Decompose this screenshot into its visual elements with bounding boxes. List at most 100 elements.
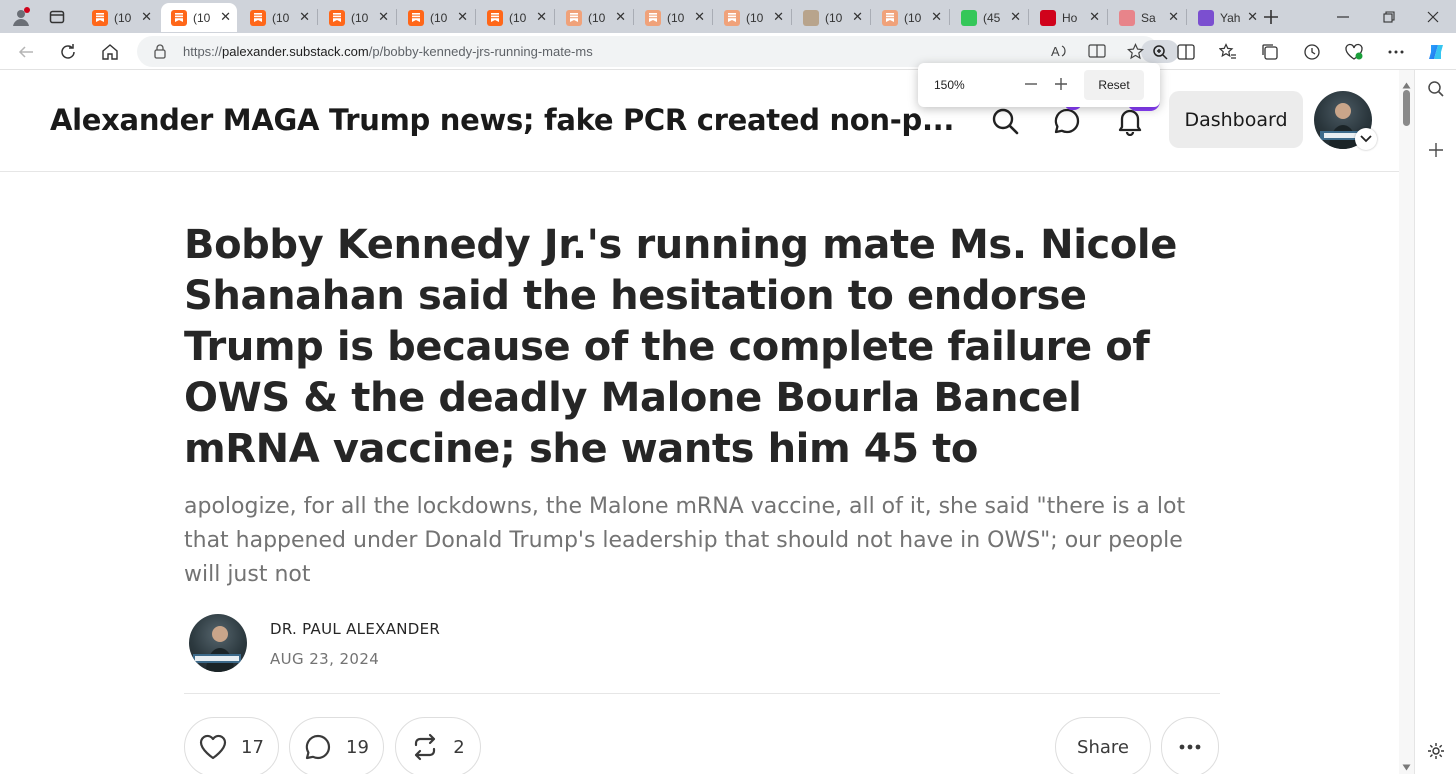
close-window-icon[interactable] <box>1420 4 1446 30</box>
chevron-down-icon[interactable] <box>1355 128 1377 150</box>
restack-count: 2 <box>453 736 465 758</box>
browser-essentials-icon[interactable] <box>1340 38 1368 66</box>
zoom-in-button[interactable] <box>1050 73 1072 95</box>
copilot-icon[interactable] <box>1422 38 1450 66</box>
tab-actions-icon[interactable] <box>44 4 70 30</box>
dashboard-button[interactable]: Dashboard <box>1169 91 1303 148</box>
browser-tab[interactable]: (10 ✕ <box>872 3 948 32</box>
tab-title: (10 <box>667 10 685 25</box>
favorite-star-icon[interactable] <box>1126 43 1145 64</box>
tab-close-icon[interactable]: ✕ <box>931 9 942 25</box>
tab-close-icon[interactable]: ✕ <box>299 9 310 25</box>
read-aloud-icon[interactable]: A <box>1051 43 1069 63</box>
tab-strip: (10 ✕ (10 ✕ (10 ✕ (10 ✕ (10 ✕ (10 ✕ (10 ✕ (10 ✕ (10 ✕ (10 ✕… <box>0 0 1456 33</box>
scroll-down-icon[interactable] <box>1402 756 1411 774</box>
browser-tab[interactable]: (10 ✕ <box>477 3 553 32</box>
profile-icon[interactable] <box>8 4 34 30</box>
favorites-icon[interactable] <box>1214 38 1242 66</box>
tab-close-icon[interactable]: ✕ <box>1168 9 1179 25</box>
like-count: 17 <box>241 736 264 758</box>
back-icon[interactable] <box>12 38 40 66</box>
substack-icon <box>171 9 187 26</box>
substack-icon <box>645 9 661 26</box>
zoom-reset-button[interactable]: Reset <box>1084 70 1144 100</box>
yahoo-icon <box>1198 9 1214 26</box>
tab-close-icon[interactable]: ✕ <box>773 9 784 25</box>
tab-close-icon[interactable]: ✕ <box>220 9 231 25</box>
zoom-popup: 150% Reset <box>918 63 1160 107</box>
g-icon <box>961 9 977 26</box>
restack-button[interactable]: 2 <box>395 717 481 774</box>
tab-close-icon[interactable]: ✕ <box>1247 9 1258 25</box>
browser-tab[interactable]: (10 ✕ <box>398 3 474 32</box>
zoom-out-button[interactable] <box>1020 73 1042 95</box>
browser-tab[interactable]: (10 ✕ <box>556 3 632 32</box>
tab-title: Sa <box>1141 10 1156 25</box>
tab-close-icon[interactable]: ✕ <box>852 9 863 25</box>
collections-icon[interactable] <box>1256 38 1284 66</box>
tab-separator <box>1186 9 1187 25</box>
comment-button[interactable]: 19 <box>289 717 384 774</box>
scroll-thumb[interactable] <box>1403 90 1410 126</box>
browser-tab[interactable]: (10 ✕ <box>161 3 237 32</box>
sidebar-settings-icon[interactable] <box>1427 742 1445 764</box>
divider <box>184 693 1220 694</box>
history-icon[interactable] <box>1298 38 1326 66</box>
site-title[interactable]: Alexander MAGA Trump news; fake PCR crea… <box>50 103 954 137</box>
image-icon <box>803 9 819 26</box>
browser-tab[interactable]: (10 ✕ <box>240 3 316 32</box>
sidebar-search-icon[interactable] <box>1427 80 1445 102</box>
browser-tab[interactable]: (10 ✕ <box>793 3 869 32</box>
minimize-icon[interactable] <box>1330 4 1356 30</box>
tab-title: (10 <box>430 10 448 25</box>
tab-close-icon[interactable]: ✕ <box>1010 9 1021 25</box>
lock-icon[interactable] <box>153 44 167 63</box>
browser-tab[interactable]: (45 ✕ <box>951 3 1027 32</box>
browser-tab[interactable]: (10 ✕ <box>82 3 158 32</box>
post-subtitle: apologize, for all the lockdowns, the Ma… <box>184 494 1186 587</box>
browser-tab[interactable]: Ho ✕ <box>1030 3 1106 32</box>
tab-title: (10 <box>272 10 290 25</box>
tab-close-icon[interactable]: ✕ <box>615 9 626 25</box>
heart-icon <box>199 734 227 760</box>
browser-tab[interactable]: (10 ✕ <box>319 3 395 32</box>
tab-title: (10 <box>114 10 132 25</box>
tab-title: (10 <box>351 10 369 25</box>
like-button[interactable]: 17 <box>184 717 279 774</box>
immersive-reader-icon[interactable] <box>1088 43 1106 63</box>
comment-icon <box>304 733 332 761</box>
edge-sidebar <box>1414 70 1456 774</box>
more-options-icon[interactable] <box>1382 38 1410 66</box>
split-screen-icon[interactable] <box>1172 38 1200 66</box>
browser-tab[interactable]: Yah ✕ <box>1188 3 1264 32</box>
new-tab-button[interactable] <box>1258 4 1284 30</box>
author-avatar[interactable] <box>189 614 247 672</box>
browser-tab[interactable]: (10 ✕ <box>714 3 790 32</box>
tab-title: (45 <box>983 10 1001 25</box>
sidebar-add-icon[interactable] <box>1428 142 1444 162</box>
tab-title: Ho <box>1062 10 1078 25</box>
site-header: Alexander MAGA Trump news; fake PCR crea… <box>0 70 1399 172</box>
substack-icon <box>329 9 345 26</box>
search-icon[interactable] <box>988 104 1022 138</box>
restore-icon[interactable] <box>1376 4 1402 30</box>
more-actions-button[interactable] <box>1161 717 1219 774</box>
share-button[interactable]: Share <box>1055 717 1151 774</box>
refresh-icon[interactable] <box>54 38 82 66</box>
tab-close-icon[interactable]: ✕ <box>1089 9 1100 25</box>
chat-icon[interactable] <box>1050 104 1084 138</box>
substack-icon <box>882 9 898 26</box>
tab-close-icon[interactable]: ✕ <box>378 9 389 25</box>
tab-close-icon[interactable]: ✕ <box>141 9 152 25</box>
url-text[interactable]: https://palexander.substack.com/p/bobby-… <box>183 44 593 59</box>
zoom-level: 150% <box>934 78 965 92</box>
tab-title: (10 <box>904 10 922 25</box>
browser-tab[interactable]: Sa ✕ <box>1109 3 1185 32</box>
author-name[interactable]: DR. PAUL ALEXANDER <box>270 620 440 638</box>
browser-tab[interactable]: (10 ✕ <box>635 3 711 32</box>
page-scrollbar[interactable] <box>1399 70 1414 774</box>
tab-close-icon[interactable]: ✕ <box>694 9 705 25</box>
home-icon[interactable] <box>96 38 124 66</box>
tab-close-icon[interactable]: ✕ <box>457 9 468 25</box>
tab-close-icon[interactable]: ✕ <box>536 9 547 25</box>
